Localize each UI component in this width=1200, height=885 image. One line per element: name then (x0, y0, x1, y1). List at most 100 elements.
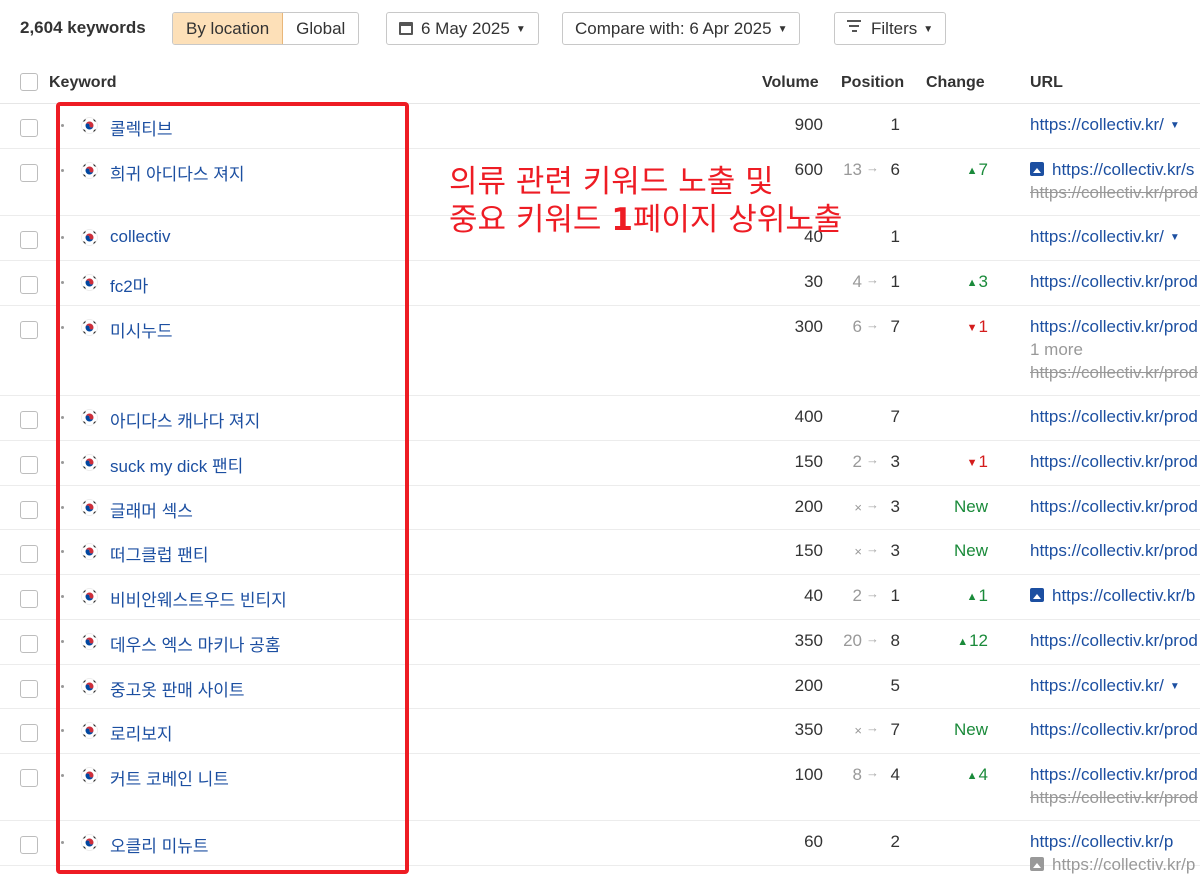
url-link[interactable]: https://collectiv.kr/b (1030, 586, 1195, 606)
korea-flag-icon (81, 588, 98, 605)
url-link[interactable]: https://collectiv.kr/prod (1030, 317, 1198, 337)
url-link[interactable]: https://collectiv.kr/prod (1030, 631, 1198, 651)
change-down: ▼1 (966, 452, 988, 471)
keyword-link[interactable]: 떠그클럽 팬티 (110, 541, 209, 566)
chevron-down-icon: ▼ (777, 24, 788, 35)
keyword-link[interactable]: 글래머 섹스 (110, 497, 193, 522)
volume-value: 350 (794, 631, 823, 650)
arrow-right-icon: → (866, 720, 879, 735)
calendar-icon (399, 22, 413, 35)
keyword-link[interactable]: 희귀 아디다스 져지 (110, 160, 245, 185)
triangle-up-icon: ▲ (966, 165, 978, 177)
url-link[interactable]: https://collectiv.kr/prod (1030, 497, 1198, 517)
row-checkbox[interactable] (20, 501, 38, 519)
row-checkbox[interactable] (20, 119, 38, 137)
korea-flag-icon (81, 722, 98, 739)
keyword-link[interactable]: 아디다스 캐나다 져지 (110, 407, 260, 432)
volume-value: 100 (794, 765, 823, 784)
select-all-checkbox[interactable] (20, 73, 38, 91)
url-link[interactable]: https://collectiv.kr/▼ (1030, 115, 1180, 135)
table-row: 글래머 섹스 200 × → 3 New https://collectiv.kr/prod (0, 486, 1200, 530)
keyword-link[interactable]: collectiv (110, 227, 170, 247)
row-checkbox[interactable] (20, 590, 38, 608)
image-url: https://collectiv.kr/p (1030, 855, 1195, 875)
date-picker-button[interactable]: 6 May 2025 ▼ (386, 12, 539, 45)
url-link[interactable]: https://collectiv.kr/prod (1030, 452, 1198, 472)
arrow-right-icon: → (866, 631, 879, 646)
row-checkbox[interactable] (20, 276, 38, 294)
keyword-link[interactable]: 미시누드 (110, 317, 173, 342)
url-link[interactable]: https://collectiv.kr/▼ (1030, 227, 1180, 247)
url-link[interactable]: https://collectiv.kr/s (1030, 160, 1194, 180)
header-change[interactable]: Change (926, 74, 985, 92)
chevron-down-icon[interactable]: ▼ (1170, 681, 1180, 692)
row-checkbox[interactable] (20, 456, 38, 474)
korea-flag-icon (81, 767, 98, 784)
url-link[interactable]: https://collectiv.kr/▼ (1030, 676, 1180, 696)
keyword-link[interactable]: 비비안웨스트우드 빈티지 (110, 586, 287, 611)
current-position: 2 (890, 832, 900, 851)
keyword-link[interactable]: suck my dick 팬티 (110, 452, 243, 477)
filter-icon (847, 20, 861, 32)
current-position: 3 (890, 541, 900, 560)
header-keyword[interactable]: Keyword (49, 74, 117, 92)
row-checkbox[interactable] (20, 680, 38, 698)
url-link[interactable]: https://collectiv.kr/prod (1030, 720, 1198, 740)
chevron-down-icon[interactable]: ▼ (1170, 120, 1180, 131)
triangle-up-icon: ▲ (966, 277, 978, 289)
row-checkbox[interactable] (20, 231, 38, 249)
row-bullet (61, 550, 64, 553)
table-row: 비비안웨스트우드 빈티지 40 2 → 1 ▲1 https://collectiv.kr/… (0, 575, 1200, 620)
row-checkbox[interactable] (20, 321, 38, 339)
volume-value: 900 (794, 115, 823, 134)
row-checkbox[interactable] (20, 411, 38, 429)
toolbar: 2,604 keywords By location Global 6 May … (0, 0, 1200, 58)
keyword-link[interactable]: fc2마 (110, 272, 148, 297)
url-link[interactable]: https://collectiv.kr/prod (1030, 272, 1198, 292)
keyword-link[interactable]: 데우스 엑스 마키나 공홈 (110, 631, 281, 656)
row-checkbox[interactable] (20, 635, 38, 653)
table-row: 콜렉티브 900 1 https://collectiv.kr/▼ (0, 104, 1200, 149)
row-checkbox[interactable] (20, 769, 38, 787)
header-volume[interactable]: Volume (762, 74, 819, 92)
header-position[interactable]: Position (841, 74, 904, 92)
korea-flag-icon (81, 499, 98, 516)
header-url[interactable]: URL (1030, 74, 1063, 92)
previous-position: 4 (852, 272, 862, 291)
url-link[interactable]: https://collectiv.kr/prod (1030, 765, 1198, 785)
table-header: Keyword Volume Position Change URL (0, 62, 1200, 104)
current-position: 1 (890, 227, 900, 246)
korea-flag-icon (81, 633, 98, 650)
by-location-button[interactable]: By location (173, 13, 284, 44)
chevron-down-icon[interactable]: ▼ (1170, 232, 1180, 243)
keyword-link[interactable]: 로리보지 (110, 720, 173, 745)
current-position: 6 (890, 160, 900, 179)
url-link[interactable]: https://collectiv.kr/p (1030, 832, 1173, 852)
url-link[interactable]: https://collectiv.kr/prod (1030, 407, 1198, 427)
more-urls-link[interactable]: 1 more (1030, 340, 1083, 360)
change-up: ▲3 (966, 272, 988, 291)
row-checkbox[interactable] (20, 164, 38, 182)
keyword-link[interactable]: 오클리 미뉴트 (110, 832, 209, 857)
row-checkbox[interactable] (20, 724, 38, 742)
compare-button[interactable]: Compare with: 6 Apr 2025 ▼ (562, 12, 801, 45)
filters-button[interactable]: Filters ▼ (834, 12, 947, 45)
korea-flag-icon (81, 454, 98, 471)
table-row: suck my dick 팬티 150 2 → 3 ▼1 https://collectiv… (0, 441, 1200, 486)
annotation-text: 의류 관련 키워드 노출 및 중요 키워드 1페이지 상위노출 (449, 163, 842, 239)
row-checkbox[interactable] (20, 545, 38, 563)
global-button[interactable]: Global (283, 13, 358, 44)
date-label: 6 May 2025 (421, 19, 510, 38)
keyword-link[interactable]: 중고옷 판매 사이트 (110, 676, 245, 701)
keyword-link[interactable]: 콜렉티브 (110, 115, 173, 140)
keyword-count: 2,604 keywords (20, 18, 146, 37)
keyword-link[interactable]: 커트 코베인 니트 (110, 765, 229, 790)
url-link[interactable]: https://collectiv.kr/prod (1030, 541, 1198, 561)
previous-position: 2 (852, 586, 862, 605)
chevron-down-icon: ▼ (515, 24, 526, 35)
row-checkbox[interactable] (20, 836, 38, 854)
row-bullet (61, 506, 64, 509)
arrow-right-icon: → (866, 272, 879, 287)
previous-position: 2 (852, 452, 862, 471)
korea-flag-icon (81, 678, 98, 695)
